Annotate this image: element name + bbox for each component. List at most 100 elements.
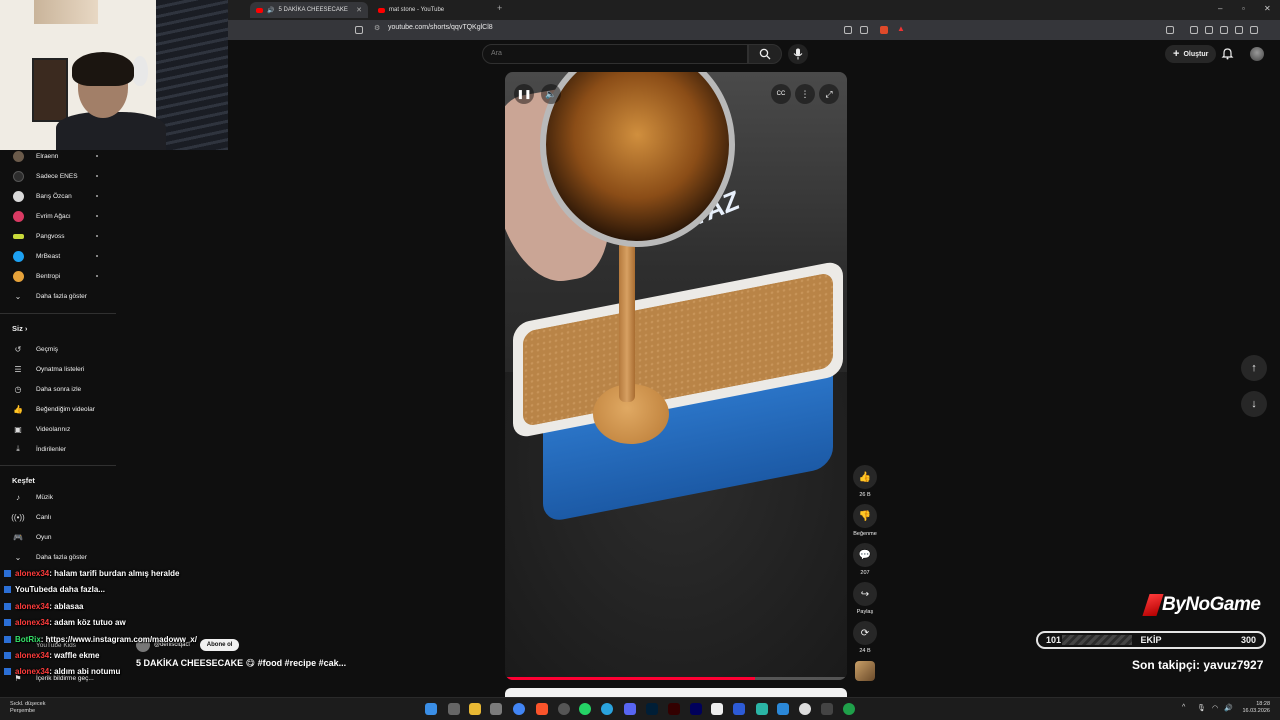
extension-icon[interactable]	[1166, 26, 1174, 34]
show-more-explore[interactable]: ⌄ Daha fazla göster	[0, 548, 116, 566]
like-action[interactable]: 👍 26 B	[852, 465, 878, 498]
vpn-app-icon[interactable]	[756, 703, 768, 715]
start-icon[interactable]	[425, 703, 437, 715]
comments-action[interactable]: 💬 207	[852, 543, 878, 576]
store-icon[interactable]	[490, 703, 502, 715]
remix-action[interactable]: ⟳ 24 B	[852, 621, 878, 654]
live-icon: ((•))	[11, 512, 25, 522]
media-icon[interactable]	[1190, 26, 1198, 34]
weather-widget[interactable]: Sıckl. düşecek Perşembe	[10, 701, 45, 715]
video-progress-bar[interactable]	[505, 677, 847, 680]
goal-current: 101	[1046, 635, 1062, 645]
chat-badge-icon	[4, 667, 11, 675]
voice-search-button[interactable]	[788, 44, 808, 64]
site-info-icon[interactable]: ⚙	[374, 24, 380, 32]
edge-icon[interactable]	[843, 703, 855, 715]
sidebar-item-watch-later[interactable]: ◷ Daha sonra izle	[0, 380, 116, 398]
captions-button[interactable]: CC	[771, 84, 791, 104]
maximize-icon[interactable]: ▫	[1242, 4, 1245, 13]
tray-overflow-icon[interactable]: ^	[1182, 704, 1185, 711]
fullscreen-button[interactable]: ⤢	[819, 84, 839, 104]
system-clock[interactable]: 18:28 16.03.2026	[1238, 701, 1270, 715]
sidebar-item-music[interactable]: ♪ Müzik	[0, 488, 116, 506]
you-section-title[interactable]: Siz ›	[12, 324, 27, 333]
share-action[interactable]: ↪ Paylaş	[852, 582, 878, 615]
pause-button[interactable]: ❚❚	[514, 84, 534, 104]
sidebar-item-gaming[interactable]: 🎮 Oyun	[0, 528, 116, 546]
sidebar-icon[interactable]	[1205, 26, 1213, 34]
more-options-button[interactable]: ⋮	[795, 84, 815, 104]
chat-message: BotRix: https://www.instagram.com/madoww…	[4, 632, 197, 646]
subscription-sadece-enes[interactable]: Sadece ENES	[0, 167, 116, 185]
whatsapp-icon[interactable]	[579, 703, 591, 715]
tab-cheesecake[interactable]: 🔊 5 DAKİKA CHEESECAKE ✕	[250, 2, 368, 18]
minimize-icon[interactable]: –	[1218, 4, 1222, 13]
sound-thumbnail[interactable]	[855, 661, 875, 681]
caramel-stream	[619, 232, 635, 402]
brave-shield-icon[interactable]	[880, 26, 888, 34]
gaming-icon: 🎮	[13, 532, 23, 542]
mic-tray-icon[interactable]: 🎙	[1197, 704, 1206, 712]
vpn-icon[interactable]	[1250, 26, 1258, 34]
chrome-icon[interactable]	[513, 703, 525, 715]
close-tab-icon[interactable]: ✕	[356, 6, 362, 14]
subscription-evrim-agaci[interactable]: Evrim Ağacı	[0, 207, 116, 225]
sidebar-item-live[interactable]: ((•)) Canlı	[0, 508, 116, 526]
app3-icon[interactable]	[821, 703, 833, 715]
wallet-icon[interactable]	[1220, 26, 1228, 34]
new-tab-icon[interactable]: +	[497, 3, 502, 13]
menu-icon[interactable]	[1266, 26, 1274, 34]
create-button[interactable]: + Oluştur	[1165, 45, 1217, 63]
obs-icon[interactable]	[558, 703, 570, 715]
share-page-icon[interactable]	[860, 26, 868, 34]
file-explorer-icon[interactable]	[469, 703, 481, 715]
wifi-icon[interactable]: ◠	[1212, 704, 1218, 712]
clock-time: 18:28	[1256, 701, 1270, 707]
capcut-icon[interactable]	[711, 703, 723, 715]
close-window-icon[interactable]: ✕	[1264, 4, 1271, 13]
url-field[interactable]: youtube.com/shorts/qqvTQKglCl8	[388, 24, 493, 31]
audio-playing-icon[interactable]: 🔊	[267, 7, 274, 14]
subscription-bentropi[interactable]: Bentropi	[0, 267, 116, 285]
subscription-baris-ozcan[interactable]: Barış Özcan	[0, 187, 116, 205]
next-short-button[interactable]: ↓	[1241, 391, 1267, 417]
search-button[interactable]	[748, 44, 782, 64]
cast-icon[interactable]	[844, 26, 852, 34]
app2-icon[interactable]	[799, 703, 811, 715]
sidebar-item-downloads[interactable]: ⤓ İndirilenler	[0, 440, 116, 458]
brave-icon[interactable]	[536, 703, 548, 715]
notifications-button[interactable]	[1221, 47, 1234, 62]
subscription-label: Barış Özcan	[36, 192, 72, 200]
chat-text: da daha fazla...	[48, 584, 105, 594]
sidebar-item-your-videos[interactable]: ▣ Videolarınız	[0, 420, 116, 438]
subscription-pangvoss[interactable]: Pangvoss	[0, 227, 116, 245]
sidebar-item-history[interactable]: ↺ Geçmiş	[0, 340, 116, 358]
account-avatar[interactable]	[1250, 47, 1264, 61]
search-input[interactable]: Ara	[482, 44, 748, 64]
subscription-elraenn[interactable]: Elraenn	[0, 147, 116, 165]
channel-avatar	[12, 270, 24, 282]
subscription-mrbeast[interactable]: MrBeast	[0, 247, 116, 265]
vscode-icon[interactable]	[777, 703, 789, 715]
sidebar-item-playlists[interactable]: ☰ Oynatma listeleri	[0, 360, 116, 378]
speaker-icon[interactable]: 🔊	[1224, 704, 1233, 712]
mute-button[interactable]: 🔈	[541, 84, 561, 104]
sidebar-item-liked-videos[interactable]: 👍 Beğendiğim videolar	[0, 400, 116, 418]
chevron-down-icon: ⌄	[14, 552, 22, 562]
premiere-icon[interactable]	[690, 703, 702, 715]
shorts-video-player[interactable]: BEYAZ ❚❚ 🔈 CC ⋮ ⤢	[505, 72, 847, 680]
task-view-icon[interactable]	[448, 703, 460, 715]
photoshop-icon[interactable]	[646, 703, 658, 715]
app-icon[interactable]	[733, 703, 745, 715]
telegram-icon[interactable]	[601, 703, 613, 715]
discord-icon[interactable]	[624, 703, 636, 715]
dislike-action[interactable]: 👎 Beğenme	[852, 504, 878, 537]
sidebar-item-label: Daha sonra izle	[36, 385, 82, 393]
previous-short-button[interactable]: ↑	[1241, 355, 1267, 381]
tab-mat-stone[interactable]: mat stone - YouTube	[372, 2, 494, 18]
bookmark-icon[interactable]	[355, 26, 363, 34]
show-more-subscriptions[interactable]: ⌄ Daha fazla göster	[0, 287, 116, 305]
rewards-icon[interactable]: ▲	[897, 24, 905, 33]
ai-icon[interactable]	[1235, 26, 1243, 34]
illustrator-icon[interactable]	[668, 703, 680, 715]
